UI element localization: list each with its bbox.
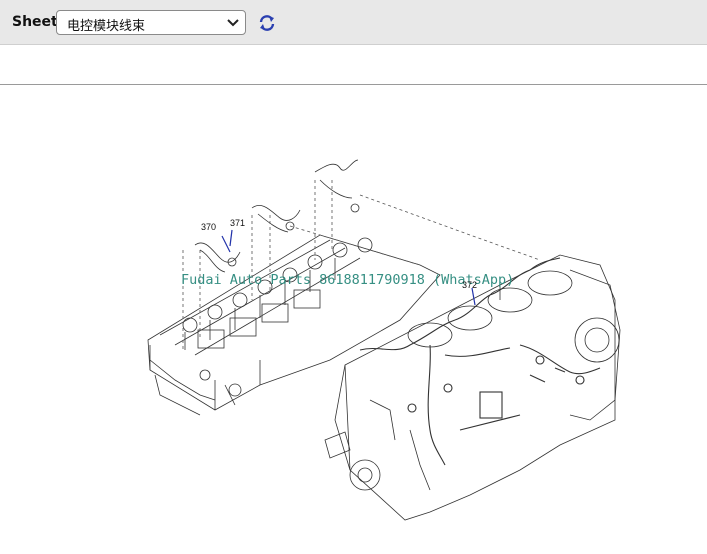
front-pulley	[349, 459, 381, 491]
valve-train	[182, 237, 373, 350]
diagram-viewer[interactable]: Fudai Auto Parts 8618811790918 (WhatsApp…	[0, 85, 707, 554]
refresh-icon[interactable]	[257, 13, 277, 33]
callout-line-370	[221, 235, 231, 253]
cylinder-head	[147, 234, 441, 411]
blank-area	[0, 45, 707, 84]
ecm-harness	[359, 257, 601, 466]
toolbar: Sheet 电控模块线束	[0, 0, 707, 45]
callout-372[interactable]: 372	[462, 280, 477, 290]
callout-line-372	[471, 287, 476, 306]
callout-371[interactable]: 371	[230, 218, 245, 228]
sheet-label: Sheet	[12, 14, 58, 30]
sheet-select-value: 电控模块线束	[67, 19, 146, 34]
engine-block	[334, 254, 616, 521]
chevron-down-icon	[227, 19, 239, 27]
flywheel-housing	[569, 269, 621, 421]
injector-harness	[194, 159, 360, 273]
callout-370[interactable]: 370	[201, 222, 216, 232]
sheet-select[interactable]: 电控模块线束	[56, 10, 246, 35]
callout-line-371	[229, 229, 233, 247]
engine-harness-diagram	[147, 159, 621, 521]
